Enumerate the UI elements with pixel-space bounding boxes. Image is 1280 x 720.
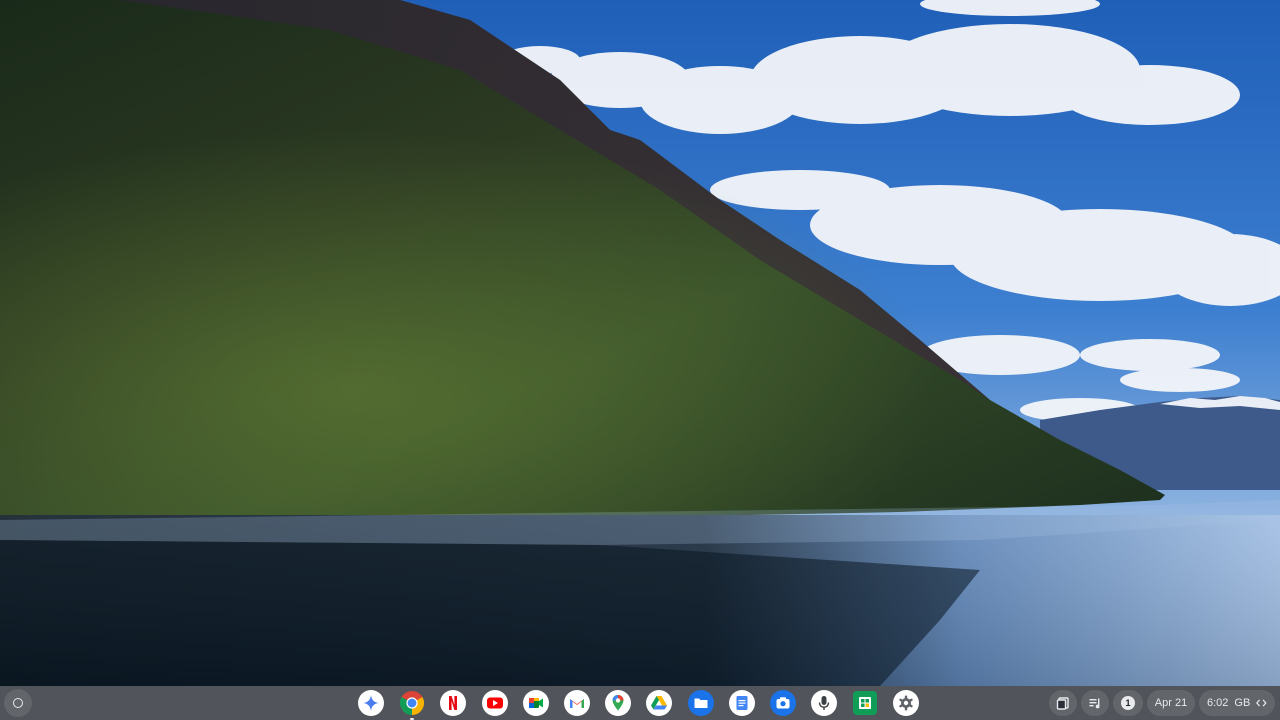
gemini-icon [358,690,384,716]
netflix-icon [440,690,467,716]
docs-app[interactable] [728,690,755,716]
media-controls-button[interactable] [1081,690,1109,716]
media-controls-icon [1089,698,1100,709]
time-label: 6:02 [1207,697,1229,709]
shelf: 1 Apr 21 6:02 GB [0,686,1280,720]
settings-gear-icon [893,690,920,716]
launcher-circle-icon [13,698,23,708]
meet-app[interactable] [522,690,549,716]
meet-icon [522,690,549,716]
ime-label: GB [1234,697,1251,709]
drive-app[interactable] [646,690,673,716]
chrome-app[interactable] [399,690,425,720]
sheets-icon [853,691,878,715]
youtube-icon [481,690,508,716]
desktop: 1 Apr 21 6:02 GB [0,0,1280,720]
app-icon-row [358,690,935,720]
launcher-button[interactable] [4,689,32,717]
date-tray-button[interactable]: Apr 21 [1147,690,1195,716]
recorder-app[interactable] [811,690,838,716]
gemini-app[interactable] [358,690,384,716]
settings-app[interactable] [893,690,920,716]
youtube-app[interactable] [481,690,508,716]
clipboard-button[interactable] [1049,690,1077,716]
camera-icon [769,690,796,716]
wallpaper [0,0,1280,686]
gmail-app[interactable] [563,690,590,716]
date-label: Apr 21 [1154,697,1188,709]
drive-icon [646,690,673,716]
chrome-icon [400,691,425,715]
maps-icon [605,690,632,716]
docs-icon [728,690,755,716]
files-app[interactable] [687,690,714,716]
recorder-icon [811,690,838,716]
notification-count-badge: 1 [1121,696,1135,710]
sheets-app[interactable] [852,690,878,716]
camera-app[interactable] [769,690,796,716]
maps-app[interactable] [605,690,632,716]
clipboard-icon [1056,697,1069,710]
netflix-app[interactable] [440,690,467,716]
status-area-button[interactable]: 6:02 GB [1199,690,1275,716]
notification-counter-button[interactable]: 1 [1113,690,1143,716]
gmail-icon [563,690,590,716]
files-icon [687,690,714,716]
ethernet-icon [1256,699,1267,707]
